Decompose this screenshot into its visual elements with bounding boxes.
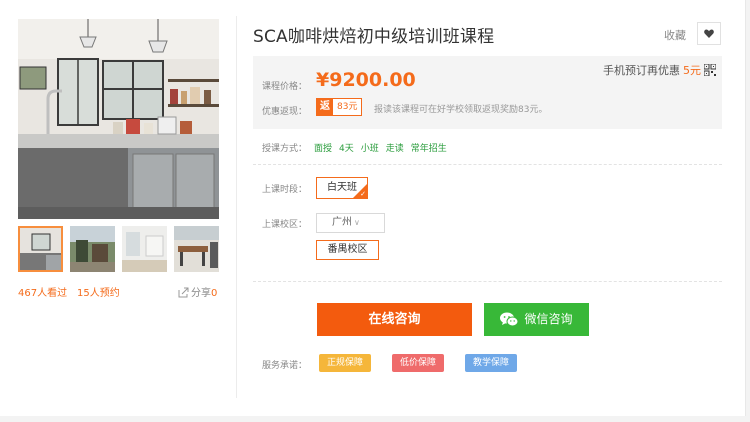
campus-option[interactable]: 番禺校区 [316,240,379,260]
check-icon: ✓ [360,190,366,198]
thumbnail-4[interactable] [174,226,219,272]
wechat-consult-button[interactable]: 微信咨询 [484,303,589,336]
main-course-photo[interactable] [18,19,219,219]
favorite-label[interactable]: 收藏 [664,27,686,43]
heart-icon [704,29,714,38]
section-divider [253,164,722,165]
rebate-label: 优惠返现： [262,107,308,117]
thumbnail-3[interactable] [122,226,167,272]
mobile-promo-text: 手机预订再优惠 [603,64,680,77]
city-select[interactable]: 广州 ∨ [316,213,385,233]
thumbnail-1[interactable] [18,226,63,272]
teaching-mode-option: 常年招生 [410,144,447,154]
price-panel: 手机预订再优惠 5元 课程价格： ¥9200.00 优惠返现： 返 83元 报读该… [253,56,722,129]
session-label: 上课时段： [262,185,308,195]
booking-count: 15人预约 [77,288,120,299]
price-value: ¥9200.00 [316,69,416,91]
online-consult-button[interactable]: 在线咨询 [317,303,472,336]
campus-label: 上课校区： [262,220,308,230]
share-label: 分享 [191,288,211,299]
vertical-divider [236,16,237,398]
thumbnail-classroom-image [174,226,219,272]
mobile-promo-amount: 5元 [683,64,701,77]
thumbnail-2[interactable] [70,226,115,272]
rebate-tag: 返 83元 [316,98,363,116]
price-label: 课程价格： [262,82,308,92]
wechat-consult-label: 微信咨询 [524,312,573,326]
city-select-value: 广州 [332,217,352,228]
mobile-promo[interactable]: 手机预订再优惠 5元 [603,62,716,78]
qr-code-icon [704,64,716,76]
service-promise-label: 服务承诺： [262,361,308,371]
course-title: SCA咖啡烘焙初中级培训班课程 [253,27,495,47]
teaching-mode-label: 授课方式： [262,144,308,154]
teaching-mode-row: 授课方式： 面授 4天 小班 走读 常年招生 [262,141,447,154]
guarantee-badge-legit: 正规保障 [319,354,372,372]
share-icon [178,287,189,298]
guarantee-badge-teaching: 教学保障 [465,354,518,372]
share-count: 0 [211,288,218,299]
wechat-icon [500,312,519,327]
thumbnail-outdoor-image [70,226,115,272]
kitchen-photo-illustration [18,19,219,219]
teaching-mode-option: 走读 [385,144,404,154]
guarantee-badge-low-price: 低价保障 [392,354,445,372]
teaching-mode-option: 4天 [339,144,354,154]
photo-thumbnails [18,226,219,272]
favorite-button[interactable] [697,22,721,45]
view-count: 467人看过 [18,288,68,299]
chevron-down-icon: ∨ [354,218,360,227]
session-option-daytime[interactable]: 白天班 ✓ [316,177,368,199]
rebate-amount: 83元 [333,99,362,115]
thumbnail-room-image [122,226,167,272]
course-stats: 467人看过 15人预约 分享0 [18,284,220,299]
thumbnail-kitchen-image [18,226,63,272]
section-divider [253,281,722,282]
teaching-mode-option: 小班 [360,144,379,154]
course-detail-card: 467人看过 15人预约 分享0 SCA咖啡烘焙初中级培训班课程 收藏 手机预订… [0,0,746,416]
rebate-description: 报读该课程可在好学校领取返现奖励83元。 [374,105,548,115]
teaching-mode-option: 面授 [314,144,333,154]
rebate-tag-label: 返 [317,99,333,115]
share-button[interactable]: 分享0 [178,284,217,299]
